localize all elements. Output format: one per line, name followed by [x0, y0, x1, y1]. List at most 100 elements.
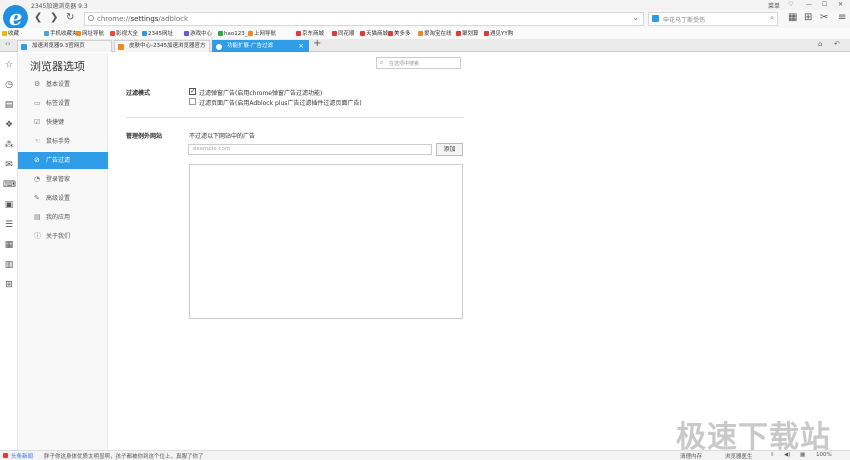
bookmark-item[interactable]: 影视大全 — [110, 29, 138, 37]
search-box[interactable]: 申花马丁斯受伤 ⌕ — [648, 12, 778, 26]
skin-icon[interactable]: ♡ — [788, 1, 793, 8]
bookmark-item[interactable]: 爱淘宝在线 — [418, 29, 452, 37]
notes-icon[interactable]: ☰ — [3, 219, 15, 231]
refresh-button[interactable]: ↻ — [66, 12, 74, 23]
bookmark-item[interactable]: 京东商城 — [296, 29, 324, 37]
nav-item-icon: ☜ — [34, 137, 41, 145]
add-button[interactable]: 添加 — [436, 143, 463, 156]
favorites-icon[interactable]: ☆ — [3, 59, 15, 71]
nav-item[interactable]: ▤ 我的应用 — [18, 209, 108, 226]
maximize-button[interactable]: ☐ — [822, 1, 827, 8]
forward-button[interactable]: ❯ — [50, 12, 58, 23]
search-icon[interactable]: ⌕ — [770, 14, 774, 23]
section-divider — [126, 117, 464, 118]
news-label[interactable]: 头条新闻 — [11, 452, 33, 460]
close-button[interactable]: ✕ — [838, 1, 843, 8]
address-bar[interactable]: chrome://settings/adblock ⌄ — [84, 12, 644, 26]
tab-skin-center[interactable]: 皮肤中心-2345加速浏览器官方 — [114, 40, 210, 52]
left-sidebar: ☆ ◷ ▤ ❖ ⁂ ✉ ⌨ ▣ ☰ ▦ ▥ ⊞ — [0, 53, 18, 450]
share-icon[interactable]: ⁂ — [3, 139, 15, 151]
grid-small-icon[interactable]: ▦ — [800, 452, 805, 458]
status-bar: 头条新闻 胖子你这身体优质太明显啊，孩子都被你到这个位上，真服了你了 清理内存 … — [0, 450, 850, 460]
minimize-button[interactable]: — — [806, 1, 812, 8]
settings-nav: 浏览器选项 ⚙ 基本设置 ▭ 标签设置 ☑ 快捷键 ☜ 鼠标手势 ⊘ 广告过滤 ◔ 登录管家 ✎ 高级设置… — [18, 53, 108, 450]
page-info-icon[interactable] — [88, 15, 94, 21]
browser-doctor-button[interactable]: 浏览器医生 — [725, 452, 753, 460]
plugin-icon[interactable]: ❖ — [3, 119, 15, 131]
bookmark-label: 影视大全 — [116, 31, 139, 37]
nav-item-label: 关于我们 — [46, 233, 71, 240]
nav-item-label: 快捷键 — [46, 119, 65, 126]
bookmark-item[interactable]: 美多多 — [388, 29, 411, 37]
video-icon[interactable]: ▣ — [3, 199, 15, 211]
browser-logo[interactable]: e — [3, 5, 28, 30]
download-icon[interactable]: ⇩ — [770, 452, 775, 458]
news-headline[interactable]: 胖子你这身体优质太明显啊，孩子都被你到这个位上，真服了你了 — [44, 452, 204, 460]
sound-icon[interactable]: ◀) — [784, 452, 790, 458]
bookmark-item[interactable]: 上网导航 — [248, 29, 276, 37]
reader-icon[interactable]: ▤ — [3, 99, 15, 111]
nav-item-icon: ✎ — [34, 194, 40, 202]
chevron-down-icon[interactable]: ⌄ — [632, 13, 639, 22]
grid-icon[interactable]: ▦ — [788, 12, 797, 23]
settings-search-placeholder: 在选项中搜索 — [389, 61, 420, 67]
bookmark-item[interactable]: 天猫商城 — [360, 29, 388, 37]
zoom-level[interactable]: 100% — [816, 452, 832, 458]
popup-filter-checkbox[interactable] — [189, 87, 196, 95]
undo-icon[interactable]: ↶ — [834, 40, 840, 48]
history-icon[interactable]: ◷ — [3, 79, 15, 91]
page-filter-checkbox[interactable] — [189, 98, 196, 105]
menu-button[interactable]: 菜单 — [768, 1, 780, 10]
nav-item[interactable]: ⊘ 广告过滤 — [18, 152, 108, 169]
bookmark-item[interactable]: 遇见YY购 — [484, 29, 513, 37]
nav-item[interactable]: ☑ 快捷键 — [18, 114, 108, 131]
bookmark-item[interactable]: 游戏中心 — [184, 29, 212, 37]
bookmark-label: 美多多 — [394, 31, 411, 37]
bookmark-label: 游戏中心 — [190, 31, 213, 37]
home-icon[interactable]: ⌂ — [818, 40, 822, 48]
nav-item[interactable]: ⓘ 关于我们 — [18, 228, 108, 245]
nav-item-label: 我的应用 — [46, 214, 71, 221]
tab-adblock[interactable]: 功能扩展-广告过滤 × — [212, 40, 309, 52]
nav-item[interactable]: ⚙ 基本设置 — [18, 76, 108, 93]
doc-icon[interactable]: ▥ — [3, 259, 15, 271]
tab-home[interactable]: 加速浏览器9.3官网页 — [17, 40, 112, 52]
mail-icon[interactable]: ✉ — [3, 159, 15, 171]
calc-icon[interactable]: ▦ — [3, 239, 15, 251]
back-button[interactable]: ❮ — [34, 12, 42, 23]
nav-item[interactable]: ✎ 高级设置 — [18, 190, 108, 207]
search-engine-icon[interactable] — [652, 15, 659, 22]
title-bar: 2345加速浏览器 9.3 菜单 ♡ — ☐ ✕ — [0, 0, 850, 10]
bookmark-item[interactable]: 手机收藏夹 — [44, 29, 78, 37]
apps-icon[interactable]: ⊞ — [3, 279, 15, 291]
bookmark-item[interactable]: 收藏 · — [2, 29, 23, 37]
bookmark-favicon-icon — [296, 31, 301, 36]
exception-site-input[interactable]: example.com — [188, 144, 432, 155]
new-tab-button[interactable]: + — [313, 38, 321, 49]
scissors-icon[interactable]: ✂ — [820, 12, 828, 23]
bookmark-item[interactable]: 聚划算 — [456, 29, 479, 37]
tab-bar: ‹› 加速浏览器9.3官网页 皮肤中心-2345加速浏览器官方 功能扩展-广告过… — [0, 38, 850, 52]
bookmark-favicon-icon — [248, 31, 253, 36]
bookmark-label: 聚划算 — [462, 31, 479, 37]
bookmark-favicon-icon — [418, 31, 423, 36]
more-icon[interactable]: ≡ — [838, 12, 846, 23]
bookmark-item[interactable]: 网址导航 — [76, 29, 104, 37]
exception-site-list[interactable] — [189, 164, 463, 319]
nav-item[interactable]: ☜ 鼠标手势 — [18, 133, 108, 150]
settings-search-input[interactable]: ⌕ 在选项中搜索 — [376, 57, 461, 69]
bookmark-item[interactable]: 同花顺 — [332, 29, 355, 37]
game-icon[interactable]: ⌨ — [3, 179, 16, 191]
close-tab-icon[interactable]: × — [298, 41, 304, 52]
tab-scroll-left-icon[interactable]: ‹› — [5, 40, 11, 48]
nav-item[interactable]: ◔ 登录管家 — [18, 171, 108, 188]
nav-item-label: 广告过滤 — [46, 157, 71, 164]
memory-cleaner-button[interactable]: 清理内存 — [680, 452, 702, 460]
nav-item-icon: ⚙ — [34, 80, 41, 88]
bookmark-favicon-icon — [184, 31, 189, 36]
nav-item[interactable]: ▭ 标签设置 — [18, 95, 108, 112]
exception-site-placeholder: example.com — [193, 146, 231, 152]
bookmark-item[interactable]: 2345网址 — [142, 29, 173, 37]
apps-icon[interactable]: ⊞ — [804, 12, 812, 23]
news-icon — [3, 453, 8, 458]
